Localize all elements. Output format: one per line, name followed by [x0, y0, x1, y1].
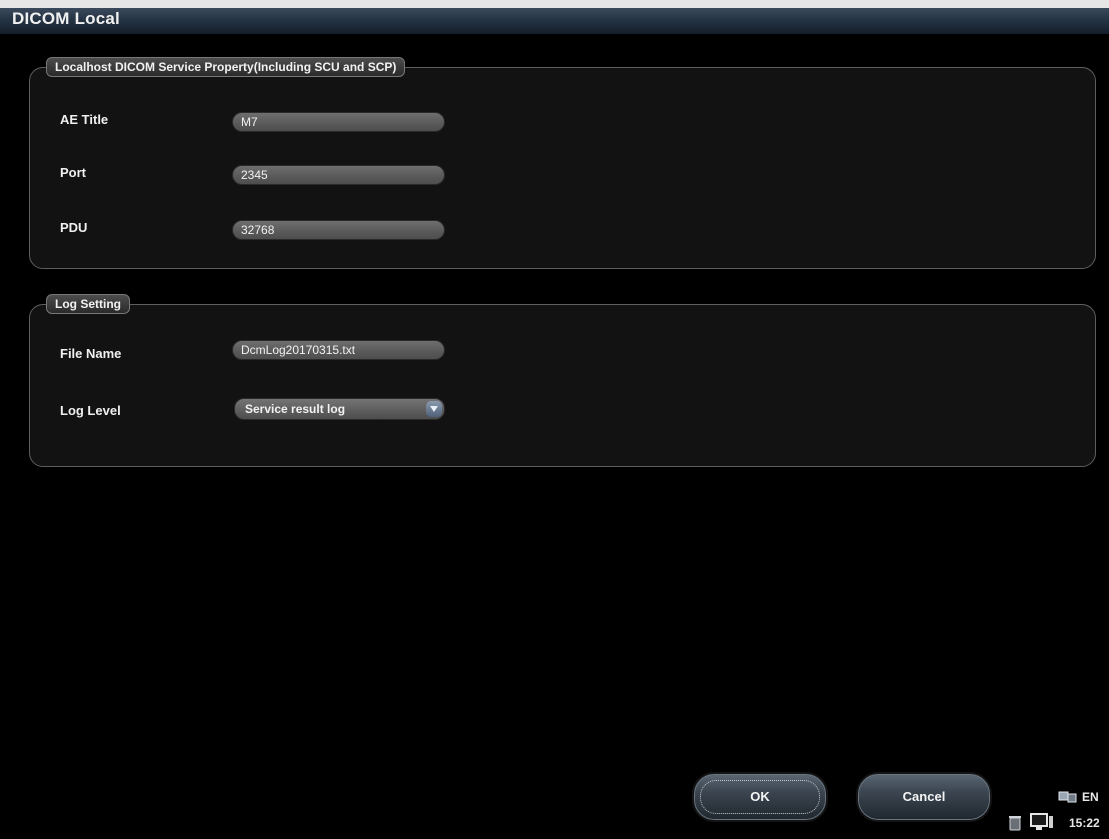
- language-indicator[interactable]: EN: [1082, 790, 1099, 804]
- service-property-legend: Localhost DICOM Service Property(Includi…: [46, 57, 406, 77]
- ae-title-input[interactable]: M7: [232, 112, 445, 132]
- log-level-label: Log Level: [60, 403, 121, 418]
- title-bar: DICOM Local: [0, 0, 1109, 34]
- monitor-icon[interactable]: [1030, 813, 1054, 831]
- port-label: Port: [60, 165, 86, 180]
- clock-time: 15:22: [1069, 816, 1100, 830]
- ae-title-label: AE Title: [60, 112, 109, 127]
- pdu-label: PDU: [60, 220, 88, 235]
- log-setting-group: Log Setting: [29, 294, 1096, 467]
- file-name-input[interactable]: DcmLog20170315.txt: [232, 340, 445, 360]
- log-level-select[interactable]: Service result log: [234, 398, 445, 420]
- window-title: DICOM Local: [12, 9, 120, 28]
- cancel-button[interactable]: Cancel: [856, 772, 992, 822]
- file-name-label: File Name: [60, 346, 122, 361]
- trash-icon[interactable]: [1008, 815, 1022, 831]
- pdu-input[interactable]: 32768: [232, 220, 445, 240]
- port-input[interactable]: 2345: [232, 165, 445, 185]
- ok-button[interactable]: OK: [692, 772, 828, 822]
- log-setting-legend: Log Setting: [46, 294, 130, 314]
- chevron-down-icon[interactable]: [426, 401, 442, 417]
- network-icon: [1058, 790, 1078, 804]
- log-level-selected-value: Service result log: [245, 402, 346, 416]
- service-property-group: Localhost DICOM Service Property(Includi…: [29, 57, 1096, 269]
